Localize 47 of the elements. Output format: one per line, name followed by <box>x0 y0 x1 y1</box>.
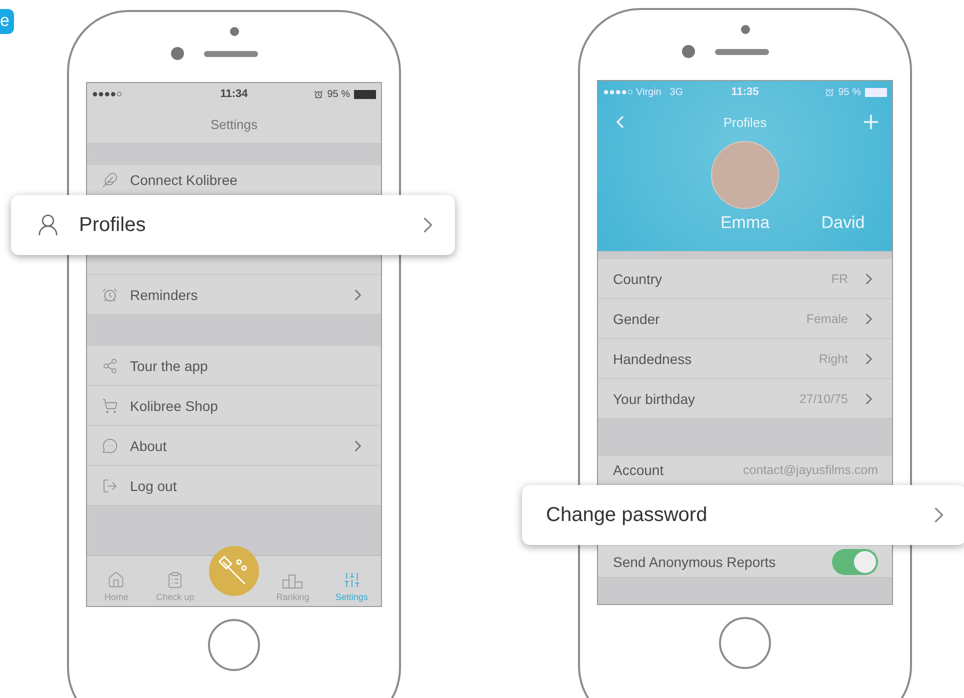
alarm-icon <box>825 88 834 96</box>
alarm-clock-icon <box>102 286 118 302</box>
settings-row[interactable]: Account contact@jayusfilms.com <box>598 455 892 484</box>
settings-row[interactable]: Your birthday 27/10/75 <box>598 378 892 418</box>
settings-row[interactable]: Tour the app <box>87 345 381 385</box>
camera-dot <box>682 45 694 58</box>
battery-percent: 95 % <box>327 88 350 100</box>
settings-row[interactable]: Reminders <box>87 274 381 314</box>
profiles-callout[interactable]: Profiles <box>11 195 455 255</box>
speaker-slot <box>204 50 258 56</box>
settings-row[interactable]: Connect Kolibree <box>87 164 381 194</box>
settings-row[interactable]: Handedness Right <box>598 338 892 378</box>
cart-icon <box>102 398 118 414</box>
battery-icon <box>354 90 376 98</box>
letter-badge: e <box>0 9 14 34</box>
bar-chart-icon <box>282 573 304 589</box>
alarm-icon <box>314 90 324 98</box>
clipboard-icon <box>166 571 184 589</box>
nodes-icon <box>102 358 118 374</box>
sensor-dot <box>740 25 750 34</box>
settings-row[interactable]: Log out <box>87 465 381 505</box>
home-icon <box>107 571 126 589</box>
home-button[interactable] <box>719 617 771 669</box>
settings-row[interactable]: Gender Female <box>598 298 892 338</box>
battery-icon <box>865 88 887 96</box>
carrier-text: ●●●●○ Virgin 3G <box>603 86 684 98</box>
home-button[interactable] <box>208 619 260 671</box>
sliders-icon <box>342 571 361 589</box>
speaker-slot <box>714 48 768 54</box>
clock-text: 11:35 <box>731 86 759 98</box>
profiles-callout[interactable]: Change password <box>522 485 964 545</box>
chat-bubble-icon <box>102 438 118 454</box>
clock-text: 11:34 <box>220 88 248 100</box>
settings-row[interactable]: About <box>87 425 381 465</box>
settings-row[interactable]: Send Anonymous Reports <box>598 545 892 577</box>
settings-row[interactable]: Kolibree Shop <box>87 385 381 425</box>
screen-title: Profiles <box>723 114 767 130</box>
settings-row[interactable]: Country FR <box>598 258 892 298</box>
camera-dot <box>170 47 184 60</box>
toothbrush-button[interactable] <box>209 546 259 596</box>
feather-icon <box>102 172 118 188</box>
toggle-switch[interactable] <box>832 548 878 574</box>
carrier-text: ●●●●○ <box>92 88 122 100</box>
battery-percent: 95 % <box>838 86 861 98</box>
screen-title: Settings <box>210 116 258 132</box>
sensor-dot <box>230 27 238 36</box>
logout-icon <box>102 478 118 494</box>
